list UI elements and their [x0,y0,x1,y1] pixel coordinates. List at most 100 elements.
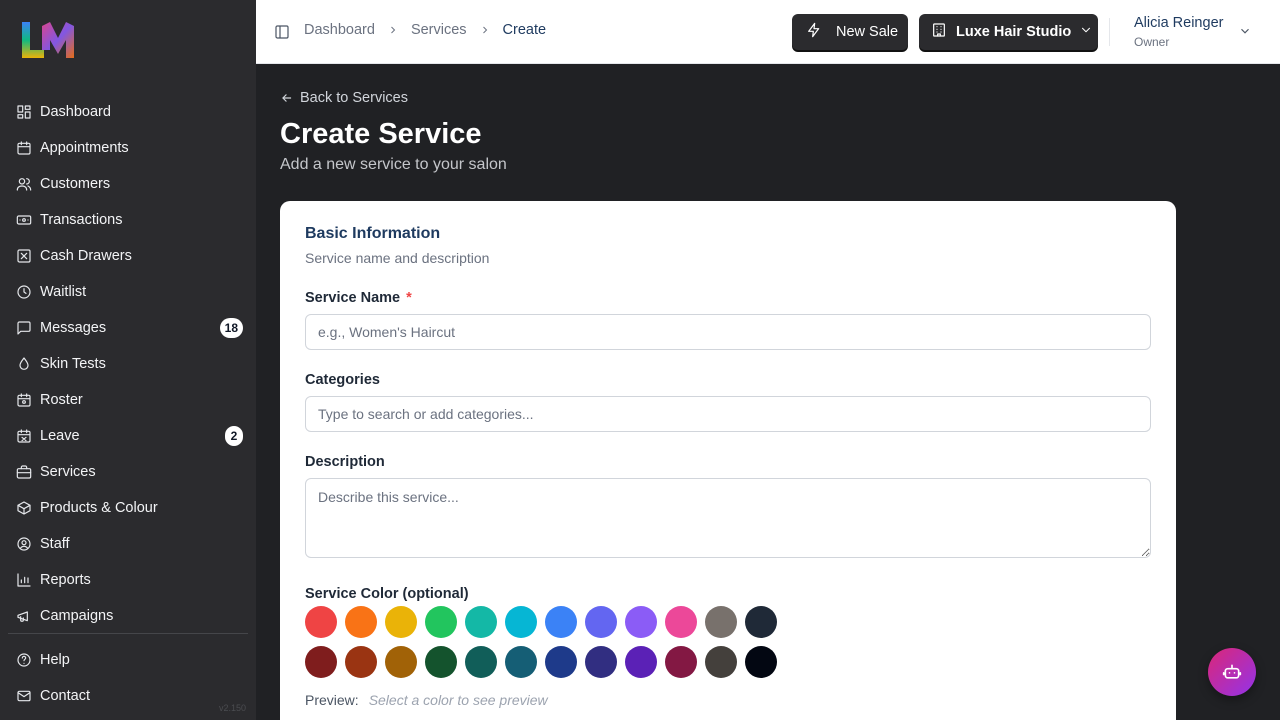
sidebar-item-leave[interactable]: Leave 2 [8,418,248,454]
sidebar-item-roster[interactable]: Roster [8,382,248,418]
sidebar-item-appointments[interactable]: Appointments [8,130,248,166]
color-swatch[interactable] [505,606,537,638]
breadcrumb-current: Create [502,22,547,38]
description-label: Description [305,454,385,470]
section-title: Basic Information [305,225,441,242]
color-swatch[interactable] [665,646,697,678]
service-name-label: Service Name * [305,290,412,306]
color-swatch[interactable] [625,606,657,638]
sidebar-item-label: Help [40,652,70,668]
app-logo[interactable] [20,20,76,60]
sidebar-item-customers[interactable]: Customers [8,166,248,202]
sidebar-item-label: Staff [40,536,70,552]
color-swatch[interactable] [505,646,537,678]
color-swatch[interactable] [705,606,737,638]
new-sale-button[interactable]: New Sale [792,14,908,50]
megaphone-icon [16,608,32,624]
sidebar-toggle-icon[interactable] [274,24,290,40]
color-swatch[interactable] [345,646,377,678]
new-sale-label: New Sale [836,24,899,40]
service-name-input[interactable] [305,314,1151,350]
page-title: Create Service [280,118,482,150]
sidebar-item-reports[interactable]: Reports [8,562,248,598]
sidebar-item-waitlist[interactable]: Waitlist [8,274,248,310]
color-swatch[interactable] [305,606,337,638]
color-swatch[interactable] [305,646,337,678]
color-swatch[interactable] [425,606,457,638]
arrow-left-icon [282,94,292,102]
breadcrumb-dashboard[interactable]: Dashboard [304,22,375,38]
user-name[interactable]: Alicia Reinger [1134,15,1223,31]
chevron-down-icon[interactable] [1238,24,1252,38]
color-swatch[interactable] [385,606,417,638]
sidebar: Dashboard Appointments Customers Transac… [0,0,256,720]
help-icon [16,652,32,668]
roster-icon [16,392,32,408]
sidebar-item-transactions[interactable]: Transactions [8,202,248,238]
sidebar-item-messages[interactable]: Messages 18 [8,310,248,346]
required-marker: * [406,290,412,306]
app-version: v2.150 [219,703,247,713]
categories-input[interactable] [305,396,1151,432]
sidebar-nav: Dashboard Appointments Customers Transac… [8,94,248,634]
back-to-services-link[interactable]: Back to Services [280,90,408,106]
color-swatch[interactable] [705,646,737,678]
chart-icon [16,572,32,588]
zap-icon [806,22,822,42]
color-swatch[interactable] [625,646,657,678]
sidebar-item-contact[interactable]: Contact [8,678,248,714]
section-subtitle: Service name and description [305,250,490,266]
sidebar-item-campaigns[interactable]: Campaigns [8,598,248,634]
chevron-down-icon [1079,23,1093,41]
sidebar-item-label: Reports [40,572,91,588]
preview-label: Preview: [305,692,359,708]
color-swatch[interactable] [385,646,417,678]
leave-count-badge: 2 [225,426,243,446]
sidebar-item-label: Services [40,464,96,480]
color-swatch[interactable] [465,646,497,678]
sidebar-item-label: Cash Drawers [40,248,132,264]
color-swatch[interactable] [345,606,377,638]
color-swatch[interactable] [465,606,497,638]
studio-selector[interactable]: Luxe Hair Studio [919,14,1098,50]
color-swatch[interactable] [665,606,697,638]
sidebar-bottom-nav: Help Contact [8,642,248,714]
description-textarea[interactable] [305,478,1151,558]
sidebar-item-services[interactable]: Services [8,454,248,490]
calendar-off-icon [16,428,32,444]
briefcase-icon [16,464,32,480]
sidebar-item-dashboard[interactable]: Dashboard [8,94,248,130]
sidebar-item-cash-drawers[interactable]: Cash Drawers [8,238,248,274]
sidebar-item-label: Customers [40,176,111,192]
user-circle-icon [16,536,32,552]
sidebar-item-label: Leave [40,428,80,444]
drawer-icon [16,248,32,264]
sidebar-divider [8,633,248,634]
sidebar-item-label: Campaigns [40,608,114,624]
droplet-icon [16,356,32,372]
sidebar-item-help[interactable]: Help [8,642,248,678]
top-bar: Dashboard Services Create New Sale Luxe … [256,0,1280,64]
color-swatch[interactable] [425,646,457,678]
chevron-right-icon [479,24,491,36]
breadcrumb: Dashboard Services Create [304,22,546,38]
sidebar-item-staff[interactable]: Staff [8,526,248,562]
color-swatch[interactable] [545,646,577,678]
service-name-label-text: Service Name [305,290,401,306]
sidebar-item-label: Contact [40,688,90,704]
sidebar-item-label: Waitlist [40,284,87,300]
categories-label: Categories [305,372,380,388]
color-swatch[interactable] [545,606,577,638]
assistant-button[interactable] [1208,648,1256,696]
color-swatch[interactable] [745,646,777,678]
sidebar-item-label: Transactions [40,212,123,228]
sidebar-item-skin-tests[interactable]: Skin Tests [8,346,248,382]
color-swatch[interactable] [745,606,777,638]
sidebar-item-products-colour[interactable]: Products & Colour [8,490,248,526]
color-swatch[interactable] [585,646,617,678]
breadcrumb-services[interactable]: Services [411,22,467,38]
clock-icon [16,284,32,300]
color-swatch[interactable] [585,606,617,638]
color-preview: Preview: Select a color to see preview [305,692,548,708]
sidebar-item-label: Appointments [40,140,129,156]
